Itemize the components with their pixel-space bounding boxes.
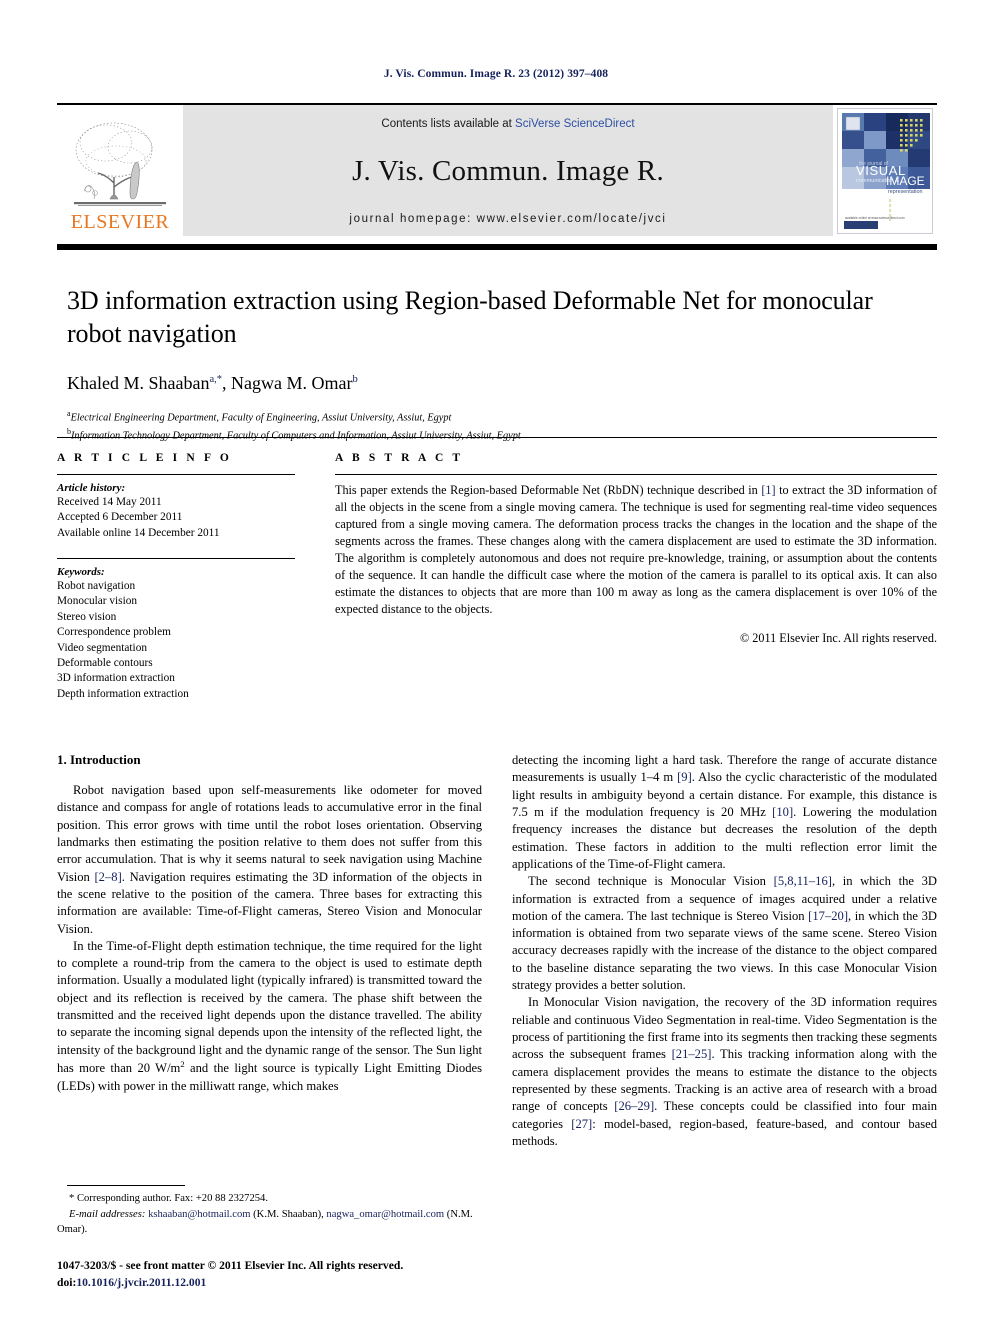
journal-cover-thumbnail: the journal of VISUAL communication & IM… [833, 105, 937, 236]
corresponding-author-note: * Corresponding author. Fax: +20 88 2327… [69, 1193, 269, 1204]
body-column-right: detecting the incoming light a hard task… [512, 752, 937, 1252]
citation[interactable]: [17–20] [808, 909, 848, 923]
banner-bottom-rule [57, 244, 937, 250]
abstract-divider [335, 474, 937, 475]
section-heading-introduction: 1. Introduction [57, 752, 141, 767]
elsevier-wordmark: ELSEVIER [70, 211, 170, 233]
affiliation-b: bInformation Technology Department, Facu… [67, 426, 933, 444]
citation[interactable]: [2–8] [94, 870, 121, 884]
contents-prefix: Contents lists available at [381, 118, 516, 130]
title-block: 3D information extraction using Region-b… [67, 285, 933, 444]
email-addresses-note: E-mail addresses: kshaaban@hotmail.com (… [57, 1208, 482, 1238]
citation[interactable]: [26–29] [614, 1099, 654, 1113]
para-text: Robot navigation based upon self-measure… [57, 783, 482, 884]
author-list: Khaled M. Shaabana,*, Nagwa M. Omarb [67, 373, 933, 394]
email-link-1[interactable]: kshaaban@hotmail.com [148, 1209, 250, 1220]
elsevier-tree-icon [74, 122, 166, 206]
issn-copyright-line: 1047-3203/$ - see front matter © 2011 El… [57, 1259, 404, 1272]
author-2: , Nagwa M. Omar [222, 372, 353, 393]
paragraph: In the Time-of-Flight depth estimation t… [57, 938, 482, 1095]
citation[interactable]: [10] [772, 805, 793, 819]
article-page: J. Vis. Commun. Image R. 23 (2012) 397–4… [0, 0, 992, 1323]
contents-available-line: Contents lists available at SciVerse Sci… [381, 118, 634, 130]
body-columns: 1. Introduction Robot navigation based u… [57, 752, 937, 1252]
abstract-column: A B S T R A C T This paper extends the R… [315, 452, 937, 702]
paragraph: In Monocular Vision navigation, the reco… [512, 994, 937, 1150]
keyword-item: Monocular vision [57, 595, 138, 608]
keyword-item: 3D information extraction [57, 672, 175, 685]
abstract-part-2: to extract the 3D information of all the… [335, 483, 938, 616]
author-2-affiliation-marker: b [352, 373, 358, 385]
abstract-body: This paper extends the Region-based Defo… [335, 482, 937, 618]
info-abstract-area: A R T I C L E I N F O Article history: R… [57, 452, 937, 702]
email-label: E-mail addresses: [69, 1208, 146, 1220]
paragraph: detecting the incoming light a hard task… [512, 752, 937, 873]
article-history-label: Article history: [57, 482, 126, 494]
article-info-divider-1 [57, 474, 295, 475]
keyword-item: Stereo vision [57, 610, 117, 623]
citation[interactable]: [5,8,11–16] [774, 874, 832, 888]
history-accepted: Accepted 6 December 2011 [57, 511, 183, 524]
journal-homepage-link[interactable]: journal homepage: www.elsevier.com/locat… [349, 213, 666, 225]
svg-text:IMAGE: IMAGE [886, 174, 925, 188]
affiliation-a: aElectrical Engineering Department, Facu… [67, 408, 933, 426]
page-footer: 1047-3203/$ - see front matter © 2011 El… [57, 1258, 657, 1292]
email-name-1: (K.M. Shaaban), [250, 1208, 327, 1220]
citation[interactable]: [27] [571, 1117, 592, 1131]
footnotes: * Corresponding author. Fax: +20 88 2327… [57, 1192, 482, 1238]
svg-text:available online at www.scienc: available online at www.sciencedirect.co… [845, 216, 905, 220]
cover-artwork: the journal of VISUAL communication & IM… [838, 108, 932, 233]
journal-banner: ELSEVIER Contents lists available at Sci… [57, 103, 937, 236]
abstract-copyright: © 2011 Elsevier Inc. All rights reserved… [740, 630, 937, 645]
article-info-column: A R T I C L E I N F O Article history: R… [57, 452, 315, 702]
keyword-item: Depth information extraction [57, 687, 189, 700]
citation[interactable]: [9] [677, 770, 692, 784]
doi-link[interactable]: 10.1016/j.jvcir.2011.12.001 [76, 1276, 206, 1289]
elsevier-logo: ELSEVIER [57, 105, 183, 236]
svg-text:representation: representation [888, 189, 922, 195]
footnote-rule [67, 1185, 185, 1186]
history-received: Received 14 May 2011 [57, 496, 162, 508]
sciencedirect-link[interactable]: SciVerse ScienceDirect [515, 118, 635, 130]
doi-label: doi: [57, 1275, 77, 1289]
keyword-item: Video segmentation [57, 641, 147, 654]
abstract-part-1: This paper extends the Region-based Defo… [335, 483, 762, 497]
keywords-label: Keywords: [57, 566, 105, 579]
article-info-divider-2 [57, 558, 295, 560]
keyword-item: Deformable contours [57, 656, 153, 669]
page-title: 3D information extraction using Region-b… [67, 286, 873, 348]
paragraph: Robot navigation based upon self-measure… [57, 782, 482, 938]
doi-line: doi:10.1016/j.jvcir.2011.12.001 [57, 1275, 657, 1292]
affiliation-a-text: Electrical Engineering Department, Facul… [70, 411, 452, 423]
info-top-rule [57, 437, 937, 438]
para-text: In the Time-of-Flight depth estimation t… [57, 938, 482, 1076]
banner-center: Contents lists available at SciVerse Sci… [183, 105, 833, 236]
paragraph: The second technique is Monocular Vision… [512, 873, 937, 994]
cover-image: the journal of VISUAL communication & IM… [837, 107, 933, 234]
body-column-left: 1. Introduction Robot navigation based u… [57, 752, 482, 1252]
article-info-heading: A R T I C L E I N F O [57, 452, 232, 464]
affiliation-b-text: Information Technology Department, Facul… [71, 429, 521, 441]
author-1: Khaled M. Shaaban [67, 372, 210, 393]
abstract-heading: A B S T R A C T [335, 452, 464, 464]
affiliations: aElectrical Engineering Department, Facu… [67, 408, 933, 444]
keyword-item: Robot navigation [57, 580, 136, 593]
email-link-2[interactable]: nagwa_omar@hotmail.com [326, 1209, 444, 1220]
author-1-affiliation-marker: a,* [209, 373, 223, 385]
abstract-citation-1[interactable]: [1] [761, 483, 775, 497]
para-text: The second technique is Monocular Vision [528, 874, 774, 889]
history-available-online: Available online 14 December 2011 [57, 526, 220, 539]
keyword-item: Correspondence problem [57, 626, 171, 639]
journal-title: J. Vis. Commun. Image R. [352, 155, 664, 187]
running-head: J. Vis. Commun. Image R. 23 (2012) 397–4… [383, 68, 609, 80]
citation[interactable]: [21–25] [672, 1047, 712, 1061]
